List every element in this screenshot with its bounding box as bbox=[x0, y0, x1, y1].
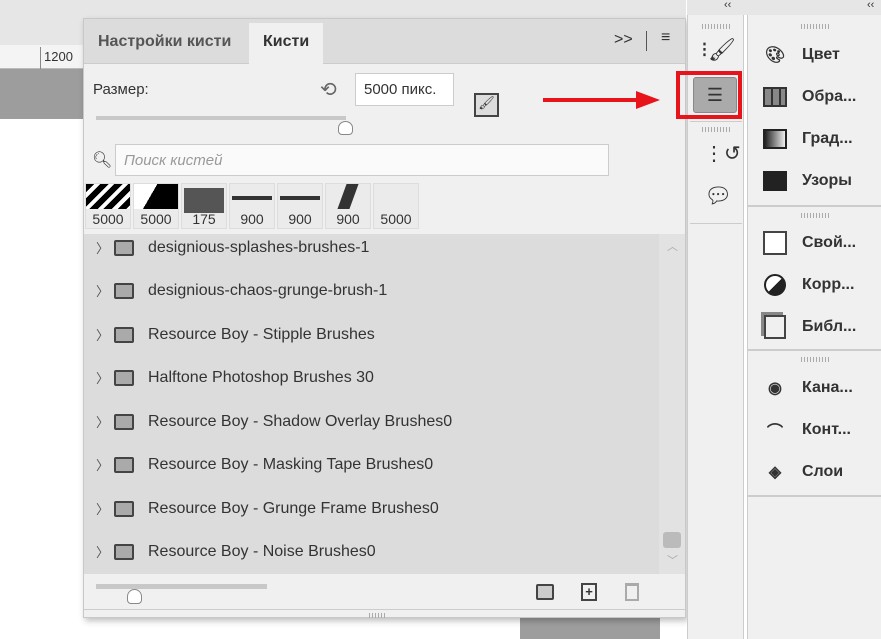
panel-properties[interactable]: Свой... bbox=[748, 223, 881, 263]
brush-preview-icon[interactable]: 🖌 bbox=[474, 93, 499, 117]
expand-icon[interactable]: 〉 bbox=[96, 542, 110, 561]
expand-icon[interactable]: 〉 bbox=[96, 325, 110, 344]
paths-icon: ⌒ bbox=[766, 424, 783, 441]
panel-gradients[interactable]: Град... bbox=[748, 119, 881, 159]
panel-layers[interactable]: ◈ Слои bbox=[748, 452, 881, 492]
search-input[interactable]: Поиск кистей bbox=[115, 144, 609, 176]
tab-brush-settings[interactable]: Настройки кисти bbox=[84, 23, 245, 64]
expand-icon[interactable]: 〉 bbox=[96, 412, 110, 431]
brush-settings-icon[interactable]: ☰ bbox=[693, 77, 737, 113]
grip[interactable] bbox=[702, 127, 730, 132]
panel-adjustments[interactable]: Корр... bbox=[748, 265, 881, 305]
collapse-dock-icon[interactable]: ‹‹ bbox=[867, 0, 874, 11]
menu-icon[interactable]: ≡ bbox=[661, 29, 670, 47]
folder-icon bbox=[114, 239, 134, 256]
brushes-panel-icon[interactable]: ⁝🖌︎ bbox=[701, 37, 736, 63]
brush-thumbnail[interactable]: 175 bbox=[181, 183, 227, 229]
collapse-dock-icon[interactable]: ‹‹ bbox=[724, 0, 731, 11]
reset-icon[interactable]: ⟲ bbox=[320, 77, 337, 102]
brush-folder-list: 〉 designious-splashes-brushes-1 〉 designio… bbox=[84, 234, 685, 574]
new-brush-icon[interactable]: + bbox=[581, 583, 597, 601]
panel-channels[interactable]: ◉ Кана... bbox=[748, 368, 881, 408]
grip[interactable] bbox=[801, 357, 829, 362]
folder-icon bbox=[114, 326, 134, 343]
size-slider[interactable] bbox=[96, 116, 346, 120]
annotation-arrow bbox=[543, 98, 643, 102]
size-slider-thumb[interactable] bbox=[338, 121, 353, 135]
divider bbox=[646, 31, 647, 51]
folder-icon bbox=[114, 456, 134, 473]
panel-tabs: Настройки кисти Кисти >> ≡ bbox=[84, 19, 685, 64]
list-item[interactable]: 〉 Resource Boy - Shadow Overlay Brushes0 bbox=[84, 400, 659, 443]
palette-icon: 🎨︎ bbox=[764, 47, 786, 64]
resize-grip[interactable] bbox=[369, 613, 387, 618]
comments-icon[interactable]: 💬︎ bbox=[704, 183, 732, 209]
list-item[interactable]: 〉 Resource Boy - Grunge Frame Brushes0 bbox=[84, 487, 659, 530]
pasteboard bbox=[0, 69, 90, 119]
scroll-up-icon[interactable]: ︿ bbox=[667, 238, 678, 254]
new-folder-icon[interactable] bbox=[536, 584, 554, 600]
brush-thumbnail[interactable]: 5000 bbox=[85, 183, 131, 229]
folder-icon bbox=[114, 500, 134, 517]
list-item[interactable]: 〉 Resource Boy - Stipple Brushes bbox=[84, 313, 659, 356]
brush-thumbnail[interactable]: 900 bbox=[277, 183, 323, 229]
folder-icon bbox=[114, 413, 134, 430]
grip[interactable] bbox=[801, 213, 829, 218]
size-input[interactable]: 5000 пикс. bbox=[355, 73, 454, 106]
ruler-label: 1200 bbox=[44, 49, 73, 64]
ruler: 1200 bbox=[0, 45, 90, 69]
thumbnail-size-slider-thumb[interactable] bbox=[127, 589, 142, 604]
search-icon: 🔍︎ bbox=[92, 152, 113, 169]
scrollbar-thumb[interactable] bbox=[663, 532, 681, 548]
collapse-icon[interactable]: >> bbox=[614, 31, 633, 49]
list-item[interactable]: 〉 designious-splashes-brushes-1 bbox=[84, 234, 659, 269]
list-item[interactable]: 〉 Resource Boy - Masking Tape Brushes0 bbox=[84, 443, 659, 486]
folder-icon bbox=[114, 543, 134, 560]
channels-icon: ◉ bbox=[768, 380, 782, 397]
thumbnail-size-slider[interactable] bbox=[96, 584, 267, 589]
icon-dock: ⁝🖌︎ ☰ ⋮↺ 💬︎ bbox=[676, 15, 744, 639]
grip[interactable] bbox=[702, 24, 730, 29]
tab-brushes[interactable]: Кисти bbox=[249, 23, 324, 64]
brush-thumbnail[interactable]: 900 bbox=[229, 183, 275, 229]
expand-icon[interactable]: 〉 bbox=[96, 281, 110, 300]
brush-thumbnail[interactable]: 5000 bbox=[373, 183, 419, 229]
history-icon[interactable]: ⋮↺ bbox=[704, 141, 741, 166]
panel-dock: 🎨︎ Цвет Обра... Град... Узоры Свой... Кор… bbox=[747, 15, 881, 639]
list-item[interactable]: 〉 Resource Boy - Noise Brushes0 bbox=[84, 530, 659, 573]
brushes-panel: Настройки кисти Кисти >> ≡ Размер: ⟲ 500… bbox=[83, 18, 686, 618]
folder-icon bbox=[114, 369, 134, 386]
expand-icon[interactable]: 〉 bbox=[96, 455, 110, 474]
list-item[interactable]: 〉 designious-chaos-grunge-brush-1 bbox=[84, 269, 659, 312]
trash-icon[interactable] bbox=[625, 583, 639, 601]
scrollbar[interactable]: ︿ ﹀ bbox=[659, 234, 685, 574]
adjustments-icon bbox=[762, 274, 788, 296]
pattern-icon bbox=[762, 170, 788, 192]
expand-icon[interactable]: 〉 bbox=[96, 368, 110, 387]
libraries-icon bbox=[762, 315, 788, 339]
expand-icon[interactable]: 〉 bbox=[96, 499, 110, 518]
arrow-head-icon bbox=[636, 91, 660, 109]
panel-color[interactable]: 🎨︎ Цвет bbox=[748, 35, 881, 75]
dock-header: ‹‹ ‹‹ bbox=[687, 0, 881, 15]
folder-icon bbox=[114, 282, 134, 299]
brush-thumbnail[interactable]: 5000 bbox=[133, 183, 179, 229]
swatches-icon bbox=[762, 86, 788, 108]
panel-patterns[interactable]: Узоры bbox=[748, 161, 881, 201]
panel-libraries[interactable]: Библ... bbox=[748, 307, 881, 347]
expand-icon[interactable]: 〉 bbox=[96, 238, 110, 257]
layers-icon: ◈ bbox=[768, 464, 782, 481]
list-item[interactable]: 〉 Halftone Photoshop Brushes 30 bbox=[84, 356, 659, 399]
size-label: Размер: bbox=[93, 81, 149, 98]
properties-icon bbox=[762, 231, 788, 255]
panel-paths[interactable]: ⌒ Конт... bbox=[748, 410, 881, 450]
brush-thumbnail[interactable]: 900 bbox=[325, 183, 371, 229]
gradient-icon bbox=[762, 128, 788, 150]
scroll-down-icon[interactable]: ﹀ bbox=[667, 552, 678, 568]
panel-swatches[interactable]: Обра... bbox=[748, 77, 881, 117]
grip[interactable] bbox=[801, 24, 829, 29]
